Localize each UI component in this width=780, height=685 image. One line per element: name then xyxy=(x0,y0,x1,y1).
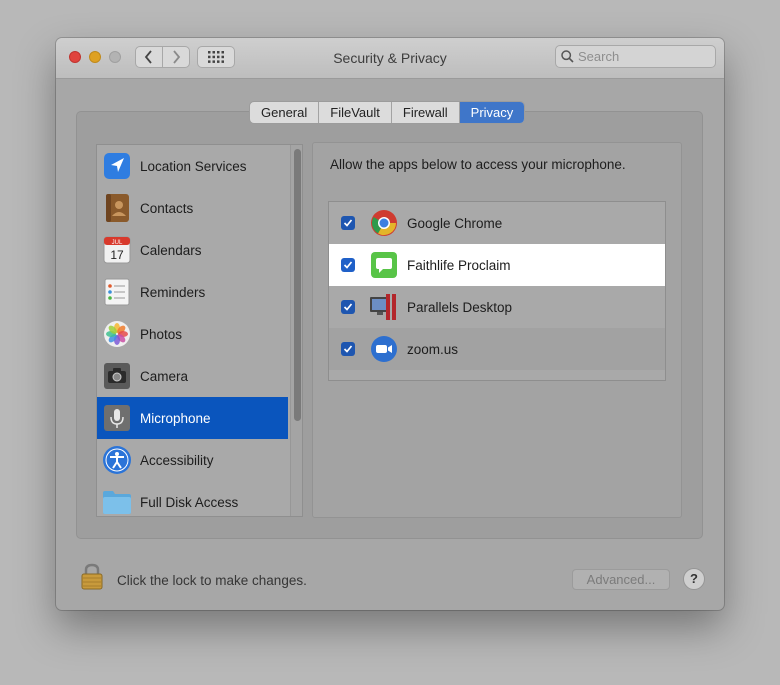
preferences-window: Security & Privacy General FileVault Fir… xyxy=(56,38,724,610)
sidebar-item-label: Photos xyxy=(140,326,183,342)
checkmark-icon xyxy=(343,219,353,227)
microphone-icon xyxy=(102,403,132,433)
sidebar-item-label: Contacts xyxy=(140,200,194,216)
tab-general[interactable]: General xyxy=(250,102,320,123)
sidebar-item-microphone[interactable]: Microphone xyxy=(97,397,288,439)
checkmark-icon xyxy=(343,261,353,269)
app-checkbox[interactable] xyxy=(341,342,355,356)
app-name: Faithlife Proclaim xyxy=(407,257,511,273)
tab-bar: General FileVault Firewall Privacy xyxy=(249,101,526,124)
help-button[interactable]: ? xyxy=(683,568,705,590)
sidebar-item-label: Reminders xyxy=(140,284,206,300)
advanced-button[interactable]: Advanced... xyxy=(572,569,670,590)
location-arrow-icon xyxy=(102,151,132,181)
sidebar-scrollbar[interactable] xyxy=(290,145,302,516)
tab-firewall[interactable]: Firewall xyxy=(392,102,460,123)
photos-flower-icon xyxy=(102,319,132,349)
app-row-google-chrome[interactable]: Google Chrome xyxy=(329,202,665,244)
sidebar-item-reminders[interactable]: Reminders xyxy=(97,271,288,313)
app-row-parallels-desktop[interactable]: Parallels Desktop xyxy=(329,286,665,328)
sidebar-item-calendars[interactable]: JUL 17 Calendars xyxy=(97,229,288,271)
sidebar-item-label: Calendars xyxy=(140,242,202,258)
sidebar-item-label: Location Services xyxy=(140,158,247,174)
message-bubble-icon xyxy=(369,250,399,280)
sidebar-item-location-services[interactable]: Location Services xyxy=(97,145,288,187)
folder-icon xyxy=(102,487,132,516)
app-name: Parallels Desktop xyxy=(407,299,513,315)
zoom-camera-icon xyxy=(369,334,399,364)
lock-button[interactable] xyxy=(80,562,104,595)
sidebar-item-full-disk-access[interactable]: Full Disk Access xyxy=(97,481,288,516)
contacts-book-icon xyxy=(102,193,132,223)
app-checkbox[interactable] xyxy=(341,216,355,230)
camera-icon xyxy=(102,361,132,391)
app-name: zoom.us xyxy=(407,341,459,357)
lock-icon xyxy=(81,563,103,590)
sidebar-item-camera[interactable]: Camera xyxy=(97,355,288,397)
checkmark-icon xyxy=(343,345,353,353)
privacy-category-list: Location Services Contacts JUL 17 Calend… xyxy=(96,144,303,517)
parallels-icon xyxy=(369,292,399,322)
svg-text:JUL: JUL xyxy=(112,240,123,246)
sidebar-item-photos[interactable]: Photos xyxy=(97,313,288,355)
permission-prompt: Allow the apps below to access your micr… xyxy=(330,157,626,172)
app-list: Google Chrome Faithlife Proclaim Paralle… xyxy=(328,201,666,381)
sidebar-item-label: Accessibility xyxy=(140,452,214,468)
lock-status-text: Click the lock to make changes. xyxy=(117,573,307,588)
scrollbar-thumb[interactable] xyxy=(294,149,301,421)
sidebar-item-contacts[interactable]: Contacts xyxy=(97,187,288,229)
app-checkbox[interactable] xyxy=(341,300,355,314)
sidebar-item-label: Microphone xyxy=(140,410,211,426)
sidebar-item-accessibility[interactable]: Accessibility xyxy=(97,439,288,481)
search-input[interactable] xyxy=(578,48,710,65)
search-field[interactable] xyxy=(555,45,716,68)
app-name: Google Chrome xyxy=(407,215,503,231)
sidebar-item-label: Camera xyxy=(140,368,189,384)
accessibility-person-icon xyxy=(102,445,132,475)
svg-text:17: 17 xyxy=(110,248,124,262)
app-checkbox[interactable] xyxy=(341,258,355,272)
checkmark-icon xyxy=(343,303,353,311)
title-bar: Security & Privacy xyxy=(56,38,724,79)
app-row-faithlife-proclaim[interactable]: Faithlife Proclaim xyxy=(329,244,665,286)
tab-filevault[interactable]: FileVault xyxy=(319,102,392,123)
app-row-zoom-us[interactable]: zoom.us xyxy=(329,328,665,370)
calendar-icon: JUL 17 xyxy=(102,235,132,265)
sidebar-item-label: Full Disk Access xyxy=(140,494,239,510)
reminders-list-icon xyxy=(102,277,132,307)
tab-privacy[interactable]: Privacy xyxy=(459,102,525,123)
chrome-icon xyxy=(369,208,399,238)
search-icon xyxy=(561,50,574,63)
